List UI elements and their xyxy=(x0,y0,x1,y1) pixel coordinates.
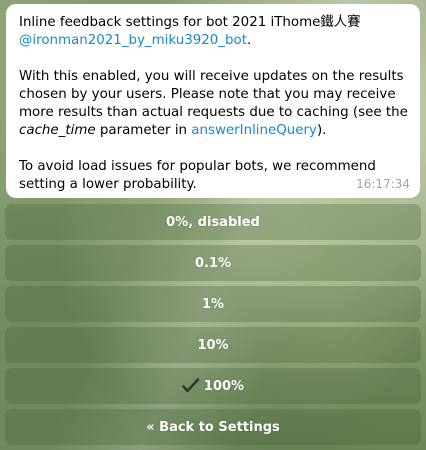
button-label: 0.1% xyxy=(194,255,232,271)
message-paragraph-title: Inline feedback settings for bot 2021 iT… xyxy=(19,14,408,50)
description-text-c: ). xyxy=(316,123,327,138)
option-1-percent-button[interactable]: 1% xyxy=(5,286,421,322)
message-title-end: . xyxy=(246,33,252,48)
button-label: 100% xyxy=(203,378,245,394)
inline-keyboard: 0%, disabled 0.1% 1% 10% 100% « Back to … xyxy=(5,204,421,450)
answer-inline-query-link[interactable]: answerInlineQuery xyxy=(191,123,317,138)
button-label: 1% xyxy=(201,296,225,312)
option-0-1-percent-button[interactable]: 0.1% xyxy=(5,245,421,281)
bot-message-bubble: Inline feedback settings for bot 2021 iT… xyxy=(6,4,420,198)
message-title-text: Inline feedback settings for bot 2021 iT… xyxy=(19,15,361,30)
check-icon xyxy=(182,378,200,394)
cache-time-param: cache_time xyxy=(19,123,96,138)
button-label: « Back to Settings xyxy=(146,419,280,435)
message-paragraph-description: With this enabled, you will receive upda… xyxy=(19,68,408,140)
back-to-settings-button[interactable]: « Back to Settings xyxy=(5,409,421,445)
bot-username-link[interactable]: @ironman2021_by_miku3920_bot xyxy=(19,33,247,48)
message-timestamp: 16:17:34 xyxy=(356,177,410,191)
button-label: 10% xyxy=(197,337,229,353)
button-label: 0%, disabled xyxy=(166,214,260,230)
option-0-disabled-button[interactable]: 0%, disabled xyxy=(5,204,421,240)
option-100-percent-button[interactable]: 100% xyxy=(5,368,421,404)
description-text-a: With this enabled, you will receive upda… xyxy=(19,69,408,120)
description-text-b: parameter in xyxy=(95,123,192,138)
message-paragraph-recommendation: To avoid load issues for popular bots, w… xyxy=(19,159,376,192)
option-10-percent-button[interactable]: 10% xyxy=(5,327,421,363)
